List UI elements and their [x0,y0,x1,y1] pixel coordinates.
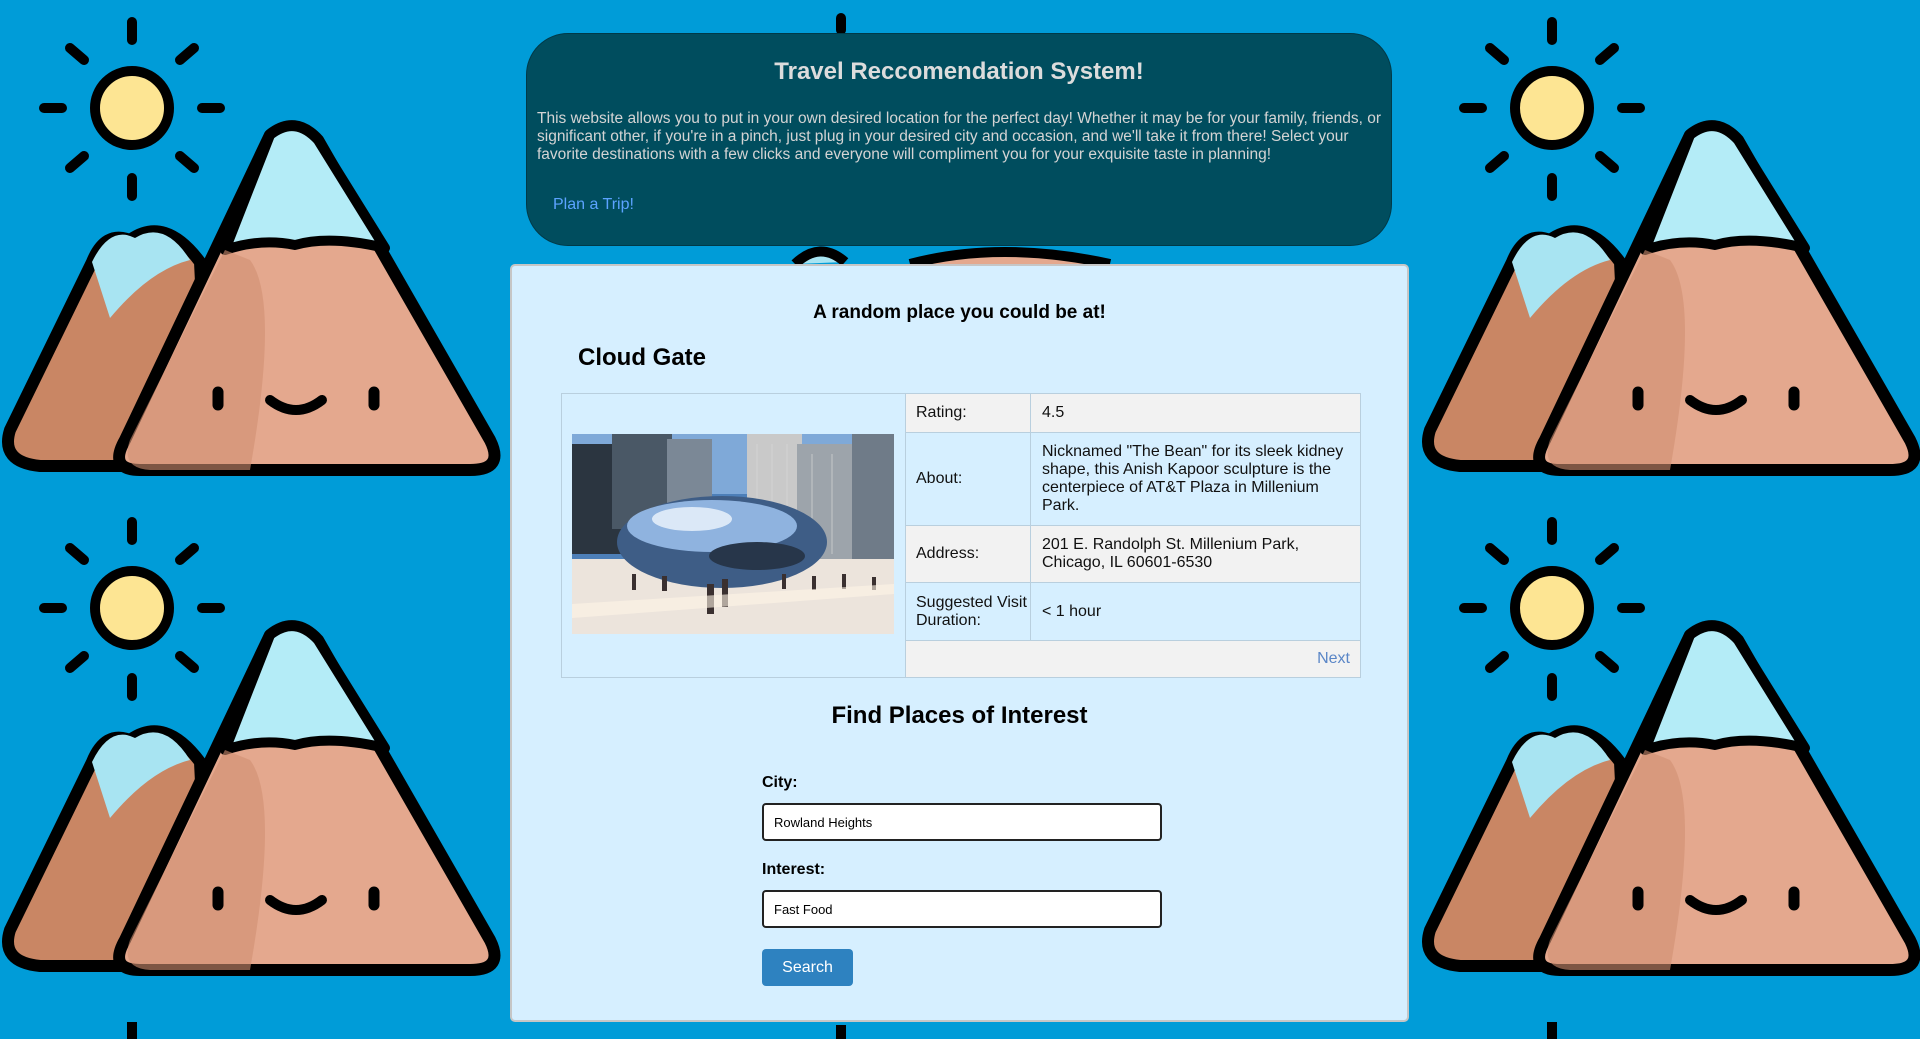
main-card: A random place you could be at! Cloud Ga… [510,264,1409,1022]
address-label: Address: [906,526,1031,582]
interest-label: Interest: [762,861,826,878]
place-info-table: Rating: 4.5 About: Nicknamed "The Bean" … [561,393,1361,678]
next-link[interactable]: Next [1317,650,1350,668]
about-value: Nicknamed "The Bean" for its sleek kidne… [1042,443,1344,514]
next-row: Next [906,641,1360,677]
rating-value: 4.5 [1042,404,1065,421]
address-row: Address: 201 E. Randolph St. Millenium P… [906,526,1360,583]
plan-trip-link[interactable]: Plan a Trip! [553,196,634,214]
rating-row: Rating: 4.5 [906,394,1360,433]
rating-label: Rating: [906,394,1031,432]
city-label: City: [762,774,798,791]
cloud-gate-photo [572,434,894,634]
address-value: 201 E. Randolph St. Millenium Park, Chic… [1042,536,1300,571]
place-name: Cloud Gate [578,344,707,371]
about-row: About: Nicknamed "The Bean" for its slee… [906,433,1360,526]
city-input[interactable] [762,803,1162,841]
site-title: Travel Reccomendation System! [774,58,1144,85]
site-description: This website allows you to put in your o… [537,110,1381,163]
duration-label: Suggested Visit Duration: [906,583,1031,640]
search-button[interactable]: Search [762,949,853,986]
duration-value: < 1 hour [1042,602,1102,620]
duration-row: Suggested Visit Duration: < 1 hour [906,583,1360,641]
site-header: Travel Reccomendation System! This websi… [526,33,1392,246]
about-label: About: [906,433,1031,525]
photo-cell [562,394,906,677]
find-places-heading: Find Places of Interest [831,702,1088,729]
interest-input[interactable] [762,890,1162,928]
random-place-heading: A random place you could be at! [813,302,1106,323]
